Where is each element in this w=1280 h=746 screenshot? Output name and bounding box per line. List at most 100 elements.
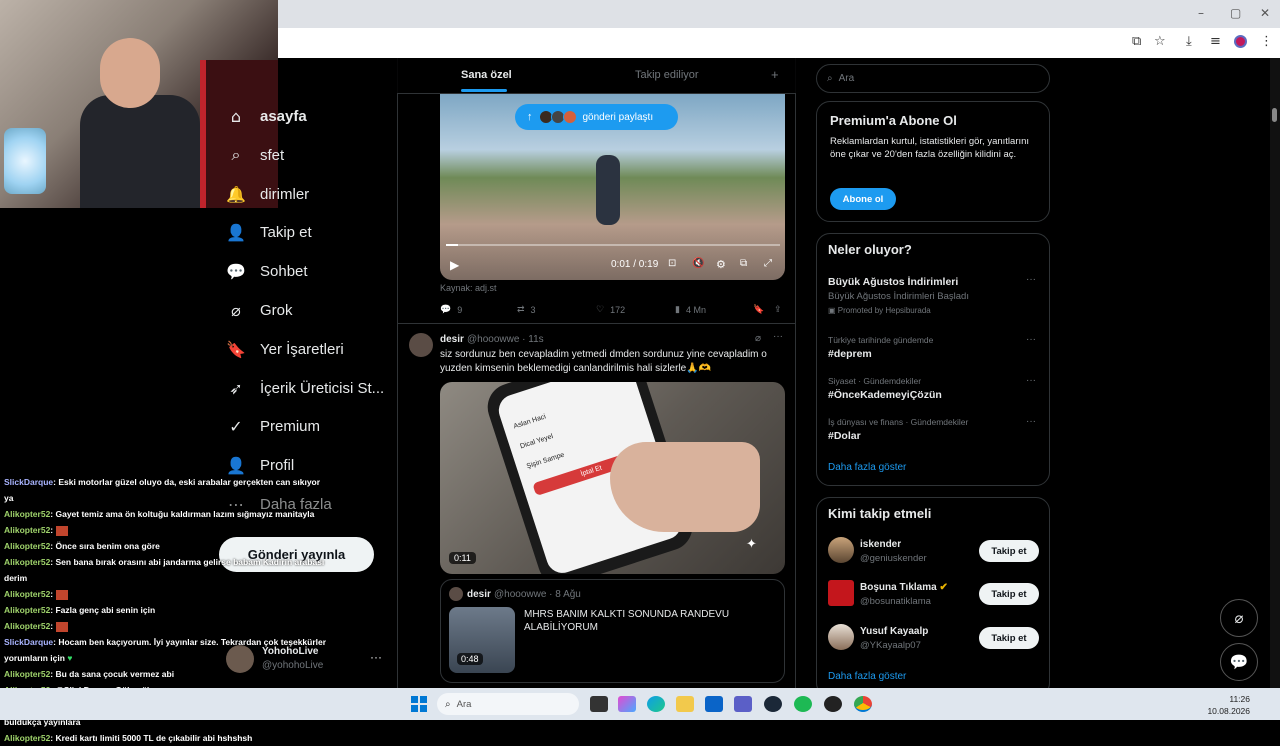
- tab-for-you[interactable]: Sana özel: [461, 69, 512, 81]
- fullscreen-icon[interactable]: ⤢: [764, 258, 772, 269]
- chat-emote-icon: [55, 589, 68, 600]
- video-progress-fill: [446, 244, 458, 246]
- follow-button[interactable]: Takip et: [979, 540, 1039, 562]
- avatar[interactable]: [828, 580, 854, 606]
- more-icon[interactable]: ···: [1026, 375, 1036, 386]
- nav-chat[interactable]: 💬 Sohbet: [226, 256, 308, 286]
- maximize-icon[interactable]: ▢: [1230, 6, 1241, 20]
- follow-show-more[interactable]: Daha fazla göster: [828, 671, 906, 682]
- sparkle-icon: ✦: [746, 536, 757, 551]
- nav-explore[interactable]: ⌕ sfet: [226, 140, 285, 170]
- cast-icon[interactable]: ⧉: [1132, 34, 1141, 49]
- more-icon[interactable]: ···: [1026, 416, 1036, 427]
- nav-home[interactable]: ⌂ asayfa: [226, 101, 307, 131]
- bookmark-button[interactable]: 🔖: [753, 304, 764, 315]
- file-explorer-icon[interactable]: [676, 696, 694, 712]
- chat-username: SlickDarque: [4, 637, 54, 647]
- trends-show-more[interactable]: Daha fazla göster: [828, 462, 906, 473]
- chat-text: :: [50, 589, 54, 599]
- close-icon[interactable]: ✕: [1260, 6, 1270, 20]
- chat-username: Alikopter52: [4, 733, 51, 743]
- copilot-icon[interactable]: [618, 696, 636, 712]
- star-icon[interactable]: ☆: [1154, 34, 1166, 49]
- nav-bookmarks[interactable]: 🔖 Yer İşaretleri: [226, 334, 344, 364]
- add-tab-icon[interactable]: +: [771, 67, 779, 82]
- trend-category: Siyaset · Gündemdekiler: [828, 376, 922, 386]
- pip-icon[interactable]: ⧉: [740, 258, 747, 269]
- captions-icon[interactable]: ⊡: [668, 258, 676, 269]
- profile-icon[interactable]: [1234, 35, 1247, 48]
- page-scrollbar[interactable]: [1270, 58, 1280, 688]
- views-button[interactable]: ▮ 4 Mn: [675, 304, 706, 315]
- chat-text: : Önce sıra benim ona göre: [50, 541, 160, 551]
- grok-icon[interactable]: ⌀: [755, 333, 761, 344]
- scrollbar-thumb[interactable]: [1272, 108, 1277, 122]
- taskbar-date[interactable]: 10.08.2026: [1204, 706, 1250, 716]
- follow-button[interactable]: Takip et: [979, 583, 1039, 605]
- menu-icon[interactable]: ⋮: [1260, 34, 1273, 49]
- reading-list-icon[interactable]: ≡: [1210, 34, 1221, 49]
- outlook-icon[interactable]: [705, 696, 723, 712]
- post-video[interactable]: Aslan Haci Dical Yeyel Şişin Sampe İptal…: [440, 382, 785, 574]
- chrome-icon[interactable]: [854, 696, 872, 712]
- nav-creator-studio[interactable]: ➶ İçerik Üreticisi St...: [226, 373, 384, 403]
- edge-icon[interactable]: [647, 696, 665, 712]
- more-icon[interactable]: ···: [773, 331, 783, 342]
- trend-title[interactable]: #Dolar: [828, 430, 861, 442]
- post-source[interactable]: Kaynak: adj.st: [440, 283, 497, 293]
- messages-fab-icon[interactable]: 💬: [1220, 643, 1258, 681]
- nav-follow[interactable]: 👤 Takip et: [226, 217, 312, 247]
- suggestion-name[interactable]: iskender: [860, 539, 901, 550]
- taskbar-search[interactable]: ⌕ Ara: [437, 693, 579, 715]
- follow-button[interactable]: Takip et: [979, 627, 1039, 649]
- minimize-icon[interactable]: –: [1198, 6, 1204, 20]
- like-button[interactable]: ♡ 172: [596, 304, 625, 315]
- video-progress-track[interactable]: [446, 244, 780, 246]
- account-menu-icon[interactable]: ···: [370, 650, 382, 664]
- search-placeholder: Ara: [838, 73, 855, 84]
- bookmark-icon: 🔖: [226, 339, 246, 359]
- post-author-handle[interactable]: @hooowwe · 11s: [467, 334, 544, 345]
- grok-fab-icon[interactable]: ⌀: [1220, 599, 1258, 637]
- nav-premium[interactable]: ✓ Premium: [226, 411, 320, 441]
- obs-icon[interactable]: [824, 696, 842, 712]
- new-posts-pill[interactable]: ↑ gönderi paylaştı: [515, 104, 678, 130]
- more-icon[interactable]: ···: [1026, 334, 1036, 345]
- teams-icon[interactable]: [734, 696, 752, 712]
- tab-following[interactable]: Takip ediliyor: [635, 69, 699, 81]
- chat-text: : Kredi kartı limiti 5000 TL de çıkabili…: [50, 733, 253, 743]
- subscribe-button[interactable]: Abone ol: [830, 188, 896, 210]
- nav-label: dirimler: [260, 185, 310, 203]
- post-author-name[interactable]: desir: [440, 334, 464, 345]
- nav-grok[interactable]: ⌀ Grok: [226, 295, 292, 325]
- settings-icon[interactable]: ⚙: [716, 258, 726, 271]
- nav-notifications[interactable]: 🔔 dirimler: [226, 179, 309, 209]
- trend-title[interactable]: #ÖnceKademeyiÇözün: [828, 389, 942, 401]
- play-icon[interactable]: ▶: [450, 258, 459, 272]
- share-button[interactable]: ⇪: [774, 304, 782, 315]
- taskbar-time[interactable]: 11:26: [1216, 694, 1250, 704]
- task-view-icon[interactable]: [590, 696, 608, 712]
- windows-start-icon[interactable]: [411, 696, 427, 712]
- trend-title[interactable]: #deprem: [828, 348, 872, 360]
- suggestion-name[interactable]: Boşuna Tıklama ✔: [860, 582, 948, 593]
- mute-icon[interactable]: 🔇: [692, 258, 704, 269]
- reply-button[interactable]: 💬 9: [440, 304, 462, 315]
- home-icon: ⌂: [230, 106, 242, 126]
- search-input[interactable]: ⌕ Ara: [816, 64, 1050, 93]
- steam-icon[interactable]: [764, 696, 782, 712]
- avatar[interactable]: [828, 624, 854, 650]
- repost-button[interactable]: ⇄ 3: [517, 304, 536, 315]
- trend-title[interactable]: Büyük Ağustos İndirimleri: [828, 276, 958, 288]
- more-icon[interactable]: ···: [1026, 274, 1036, 285]
- verified-badge-icon: ✔: [939, 582, 948, 593]
- chat-message: SlickDarque: Hocam ben kaçıyorum. İyi ya…: [0, 634, 328, 666]
- avatar[interactable]: [828, 537, 854, 563]
- download-icon[interactable]: ⤓: [1186, 34, 1192, 49]
- chat-username: Alikopter52: [4, 669, 51, 679]
- premium-icon: ✓: [229, 416, 243, 436]
- spotify-icon[interactable]: [794, 696, 812, 712]
- stream-chat-overlay: SlickDarque: Eski motorlar güzel oluyo d…: [0, 474, 328, 743]
- suggestion-name[interactable]: Yusuf Kayaalp: [860, 626, 928, 637]
- avatar[interactable]: [409, 333, 433, 357]
